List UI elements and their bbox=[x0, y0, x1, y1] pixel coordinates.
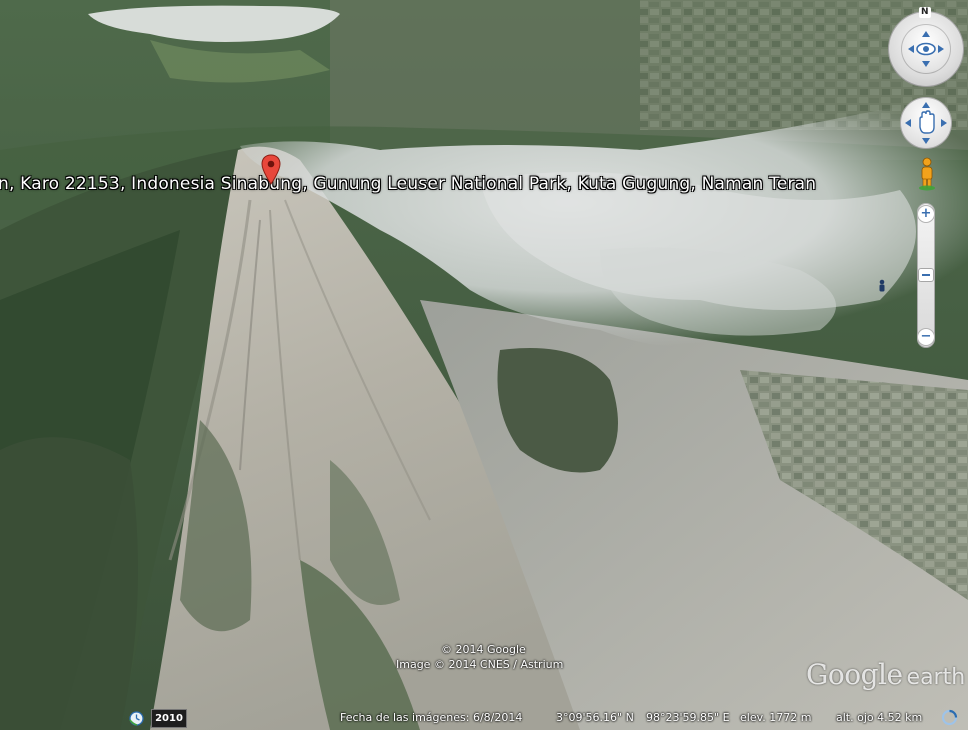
zoom-out-button[interactable]: − bbox=[917, 328, 935, 346]
street-view-pegman-icon[interactable] bbox=[917, 157, 937, 191]
placemark-label[interactable]: n, Karo 22153, Indonesia Sinabung, Gunun… bbox=[0, 174, 816, 194]
look-around-control[interactable] bbox=[888, 11, 964, 87]
look-joystick[interactable] bbox=[901, 24, 951, 74]
person-marker-icon[interactable] bbox=[877, 279, 887, 293]
copyright-google: © 2014 Google bbox=[441, 643, 526, 656]
eye-icon bbox=[908, 31, 944, 67]
google-earth-logo: Google earth bbox=[806, 658, 966, 691]
elevation-readout: elev. 1772 m bbox=[740, 711, 812, 724]
streaming-status-icon bbox=[941, 709, 958, 726]
eye-altitude-readout: alt. ojo 4.52 km bbox=[836, 711, 923, 724]
compass-north-label[interactable]: N bbox=[919, 7, 931, 18]
copyright-imagery: Image © 2014 CNES / Astrium bbox=[396, 658, 564, 671]
placemark-pin-icon[interactable] bbox=[260, 154, 282, 186]
hand-icon bbox=[905, 102, 947, 144]
earth-3d-viewport[interactable]: n, Karo 22153, Indonesia Sinabung, Gunun… bbox=[0, 0, 968, 730]
move-control[interactable] bbox=[900, 97, 952, 149]
imagery-date: Fecha de las imágenes: 6/8/2014 bbox=[340, 711, 523, 724]
longitude-readout: 98°23'59.85" E bbox=[646, 711, 730, 724]
status-bar: Fecha de las imágenes: 6/8/2014 3°09'56.… bbox=[0, 706, 968, 730]
latitude-readout: 3°09'56.16" N bbox=[556, 711, 634, 724]
zoom-slider-handle[interactable] bbox=[918, 268, 934, 282]
zoom-in-button[interactable]: + bbox=[917, 205, 935, 223]
satellite-terrain-image bbox=[0, 0, 968, 730]
